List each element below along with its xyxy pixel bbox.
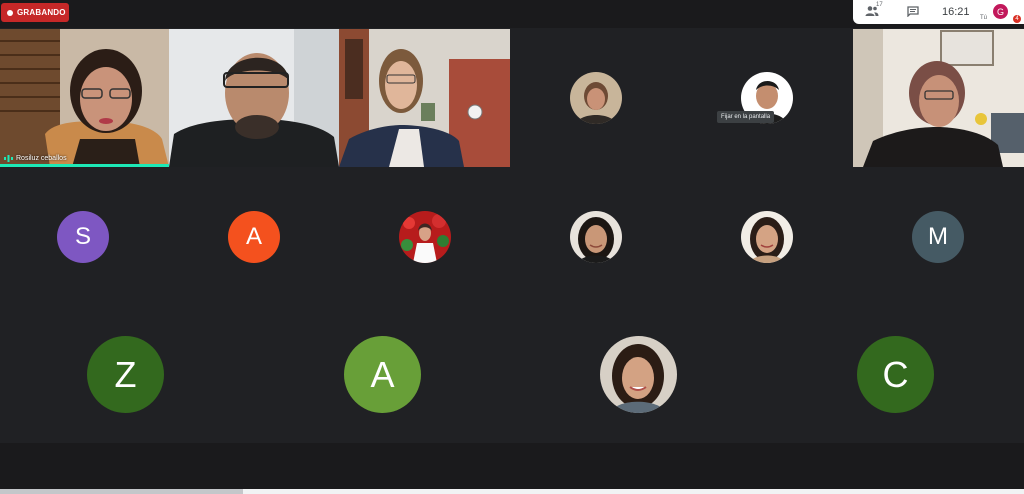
avatar	[600, 336, 677, 413]
participant-name: Rosiluz ceballos	[4, 155, 67, 162]
video-tile-4[interactable]	[853, 29, 1024, 167]
record-dot-icon	[7, 9, 13, 16]
recording-badge: GRABANDO	[1, 3, 69, 22]
audio-level-icon	[4, 155, 13, 162]
participant-avatar-photo[interactable]	[399, 211, 451, 263]
participant-avatar-letter[interactable]: C	[857, 336, 934, 413]
participant-name-label: Rosiluz ceballos	[16, 155, 67, 162]
avatar: G	[993, 4, 1008, 19]
video-tile-2[interactable]	[169, 29, 339, 167]
notification-badge: 4	[1013, 15, 1021, 23]
horizontal-scrollbar[interactable]	[0, 489, 1024, 494]
avatar	[570, 72, 622, 124]
you-label: Tú	[980, 15, 988, 21]
people-button[interactable]: 17	[865, 2, 883, 17]
participant-avatar-photo[interactable]	[570, 72, 622, 124]
clock: 16:21	[942, 6, 970, 18]
participant-avatar-photo[interactable]	[600, 336, 677, 413]
participant-avatar-letter[interactable]: M	[912, 211, 964, 263]
video-tile-active-speaker[interactable]: Rosiluz ceballos	[0, 29, 169, 167]
participant-avatar-letter[interactable]: A	[344, 336, 421, 413]
participant-avatar-letter[interactable]: Z	[87, 336, 164, 413]
people-count: 17	[876, 2, 883, 8]
avatar	[741, 211, 793, 263]
chat-icon	[907, 6, 919, 17]
chat-button[interactable]	[907, 6, 919, 17]
avatar	[570, 211, 622, 263]
self-account-button[interactable]: G	[993, 4, 1008, 19]
participant-video	[853, 29, 1024, 167]
meeting-info-panel: 17 16:21 G Tú 4	[853, 0, 1024, 24]
avatar	[399, 211, 451, 263]
pin-tooltip: Fijar en la pantalla	[717, 111, 775, 123]
recording-label: GRABANDO	[17, 8, 66, 17]
participant-avatar-photo[interactable]	[570, 211, 622, 263]
participant-video	[0, 29, 169, 167]
active-speaker-indicator	[0, 164, 169, 167]
participant-avatar-photo[interactable]	[741, 211, 793, 263]
participant-avatar-letter[interactable]: S	[57, 211, 109, 263]
bottom-control-bar	[0, 443, 1024, 494]
participant-video	[339, 29, 510, 167]
participant-avatar-letter[interactable]: A	[228, 211, 280, 263]
video-tile-3[interactable]	[339, 29, 510, 167]
scrollbar-thumb[interactable]	[0, 489, 243, 494]
participant-video	[169, 29, 339, 167]
